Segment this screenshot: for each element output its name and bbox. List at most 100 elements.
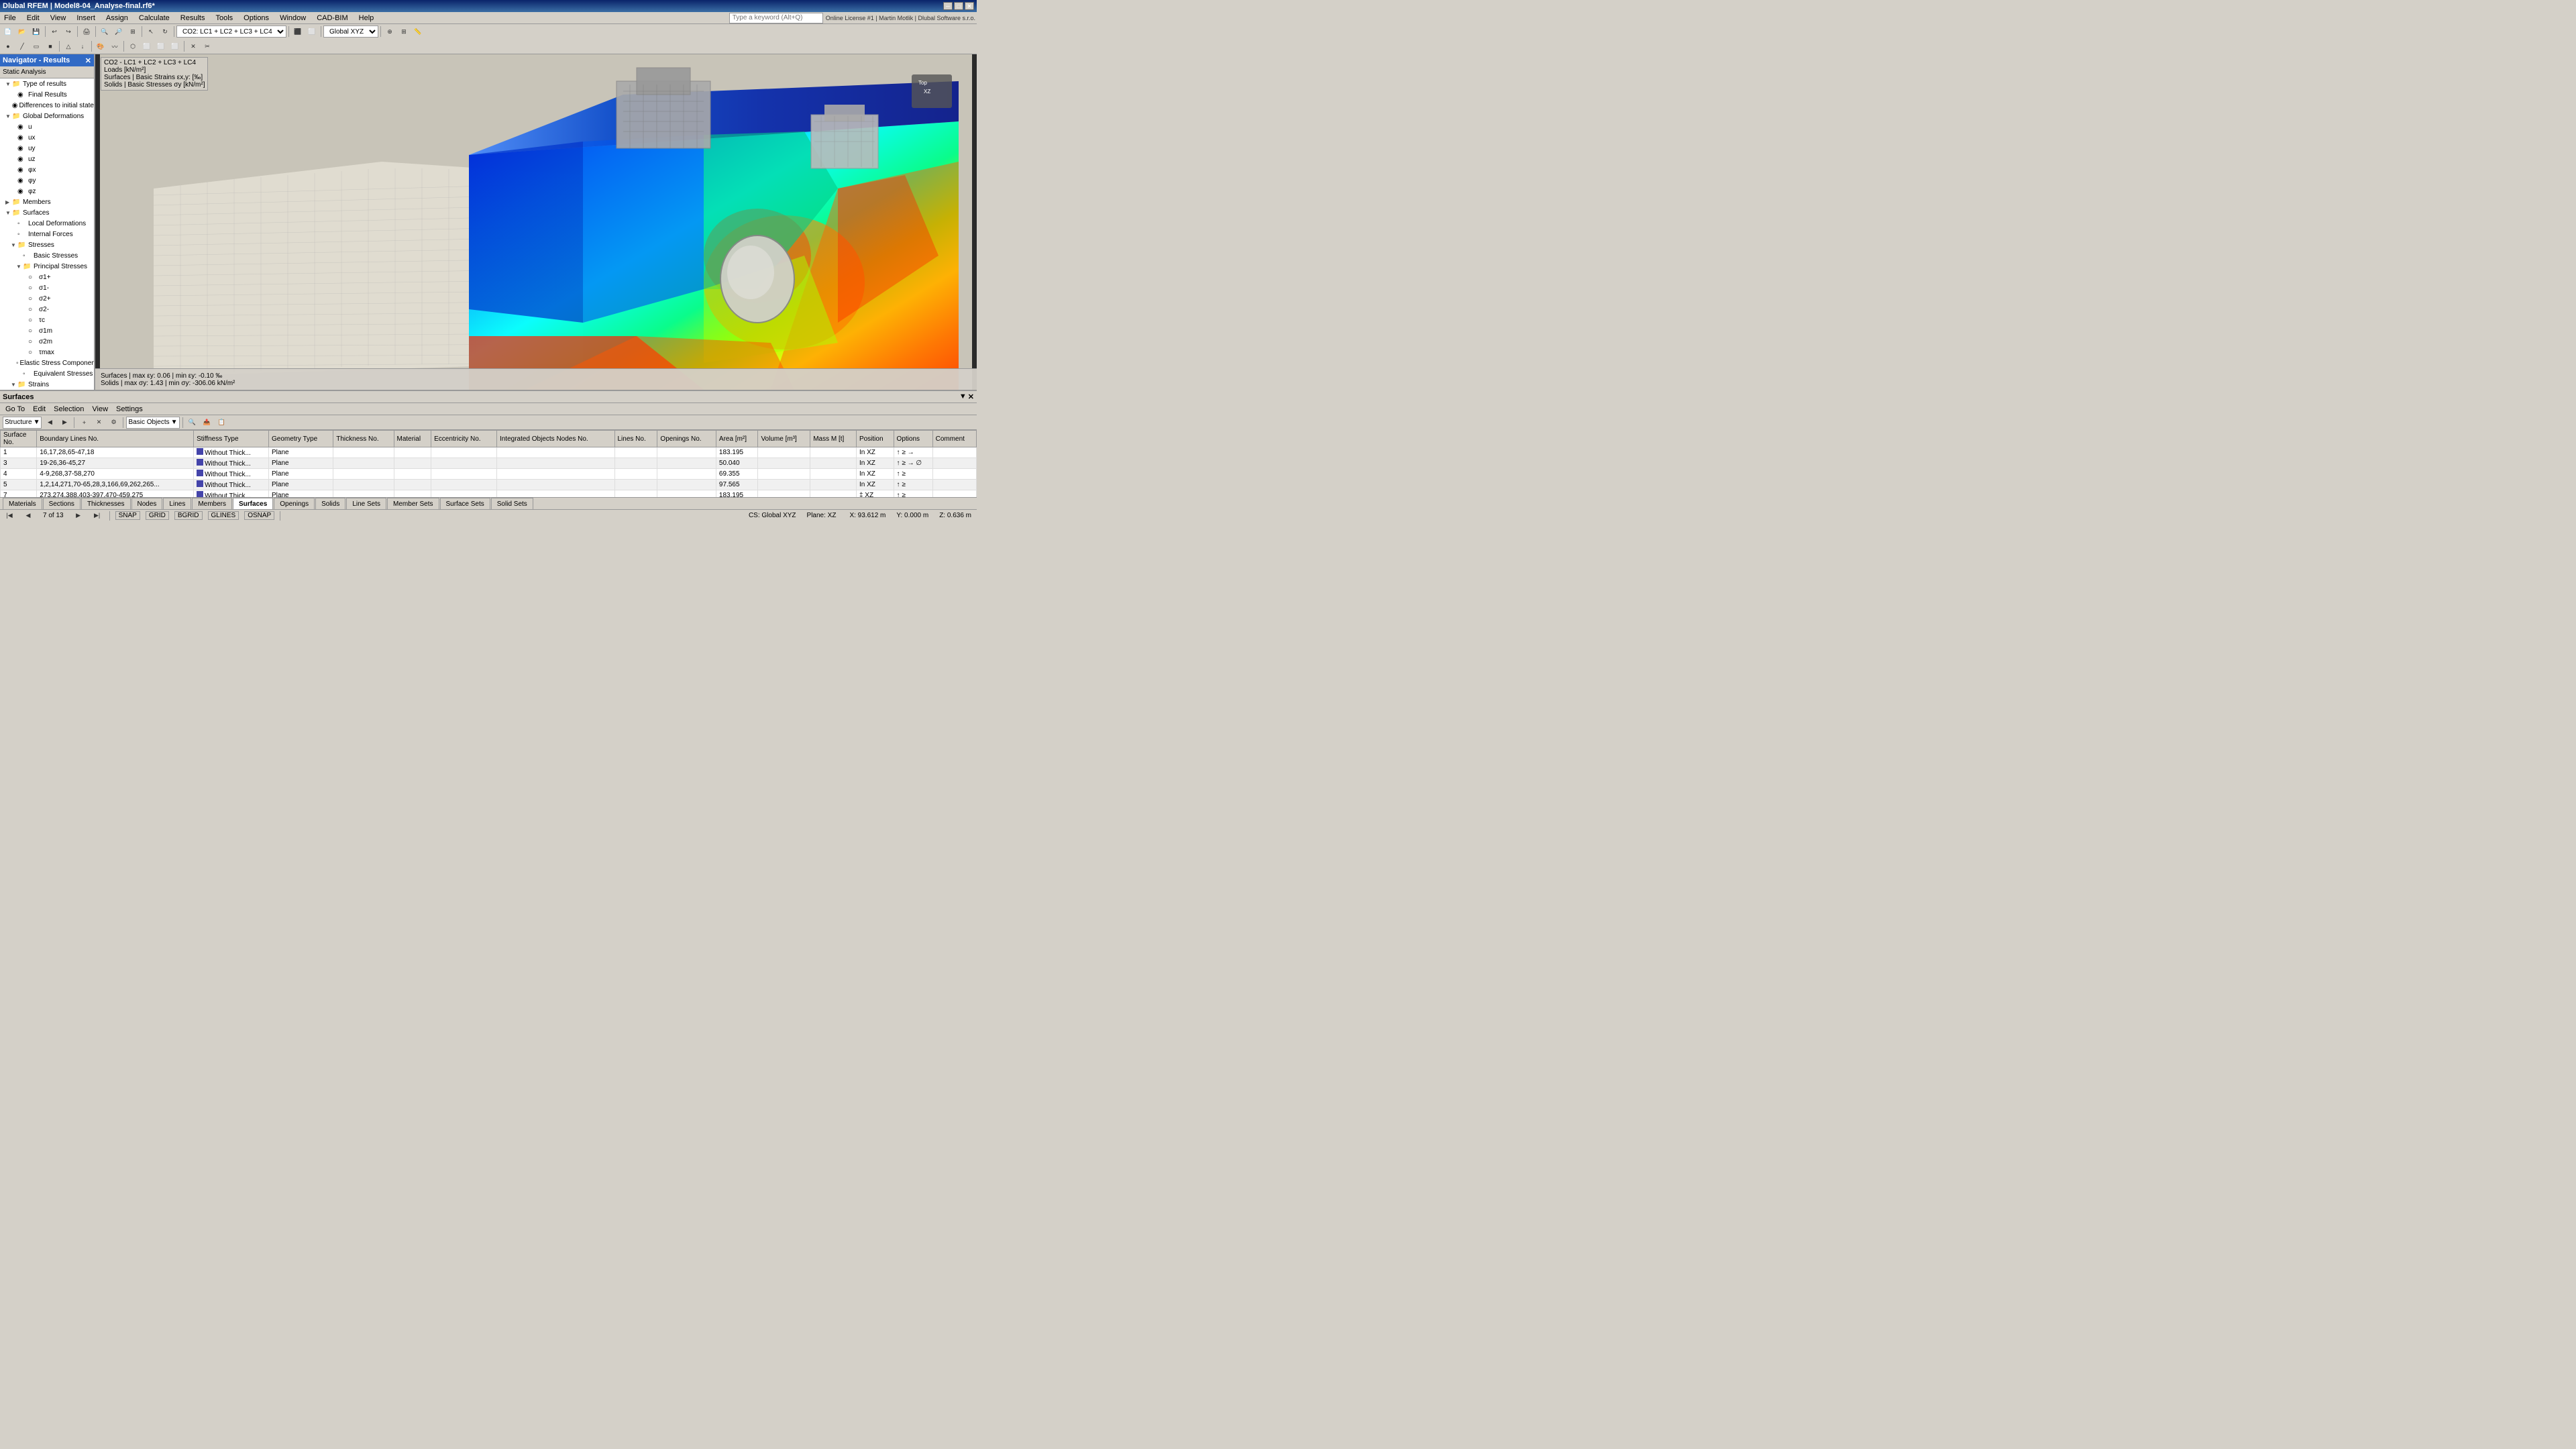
menu-window[interactable]: Window xyxy=(277,14,309,22)
col-stiffness-type[interactable]: Stiffness Type xyxy=(194,431,269,447)
surface-button[interactable]: ▭ xyxy=(30,40,43,52)
deformation-button[interactable]: 〰 xyxy=(108,40,121,52)
tree-u[interactable]: ◉ u xyxy=(0,121,94,132)
col-position[interactable]: Position xyxy=(856,431,894,447)
tab-nodes[interactable]: Nodes xyxy=(131,498,163,509)
viewport[interactable]: CO2 - LC1 + LC2 + LC3 + LC4 Loads [kN/m²… xyxy=(95,54,977,390)
open-button[interactable]: 📂 xyxy=(15,25,29,38)
tree-final-results[interactable]: ◉ Final Results xyxy=(0,89,94,100)
tab-surface-sets[interactable]: Surface Sets xyxy=(440,498,490,509)
col-material[interactable]: Material xyxy=(394,431,431,447)
nav-last-button[interactable]: ▶| xyxy=(91,510,104,522)
osnap-button[interactable]: OSNAP xyxy=(244,511,274,520)
tab-thicknesses[interactable]: Thicknesses xyxy=(81,498,131,509)
col-nodes[interactable]: Integrated Objects Nodes No. xyxy=(496,431,614,447)
clipping-button[interactable]: ✂ xyxy=(201,40,214,52)
tree-tmax[interactable]: ○ τmax xyxy=(0,347,94,358)
menu-tools[interactable]: Tools xyxy=(213,14,235,22)
front-view-button[interactable]: ⬜ xyxy=(140,40,154,52)
tab-surfaces[interactable]: Surfaces xyxy=(233,498,273,509)
tree-equivalent-stresses[interactable]: ◦ Equivalent Stresses xyxy=(0,368,94,379)
solid-button[interactable]: ■ xyxy=(44,40,57,52)
col-thickness[interactable]: Thickness No. xyxy=(333,431,394,447)
undo-button[interactable]: ↩ xyxy=(48,25,61,38)
new-button[interactable]: 📄 xyxy=(1,25,15,38)
tree-internal-forces[interactable]: ◦ Internal Forces xyxy=(0,229,94,239)
perspective-button[interactable]: ⬡ xyxy=(126,40,140,52)
menu-options[interactable]: Options xyxy=(241,14,272,22)
menu-assign[interactable]: Assign xyxy=(103,14,131,22)
tab-lines[interactable]: Lines xyxy=(163,498,191,509)
tree-s2m[interactable]: ○ σ2- xyxy=(0,304,94,315)
tb-prev-button[interactable]: ◀ xyxy=(43,417,56,429)
tree-global-deformations[interactable]: ▼ 📁 Global Deformations xyxy=(0,111,94,121)
result-display-button[interactable]: 🎨 xyxy=(94,40,107,52)
menu-calculate[interactable]: Calculate xyxy=(136,14,172,22)
snap-button[interactable]: SNAP xyxy=(115,511,140,520)
tree-s2p[interactable]: ○ σ2+ xyxy=(0,293,94,304)
tb-next-button[interactable]: ▶ xyxy=(58,417,71,429)
results-edit[interactable]: Edit xyxy=(30,405,48,413)
tab-member-sets[interactable]: Member Sets xyxy=(387,498,439,509)
tab-members[interactable]: Members xyxy=(192,498,232,509)
tree-px[interactable]: ◉ φx xyxy=(0,164,94,175)
rotate-button[interactable]: ↻ xyxy=(158,25,172,38)
results-goto[interactable]: Go To xyxy=(3,405,28,413)
zoom-all-button[interactable]: ⊞ xyxy=(126,25,140,38)
table-row[interactable]: 44-9,268,37-58,270Without Thick...Plane6… xyxy=(1,469,977,480)
side-view-button[interactable]: ⬜ xyxy=(168,40,182,52)
basic-objects-dropdown[interactable]: Basic Objects ▼ xyxy=(126,417,179,429)
print-button[interactable]: 🖨 xyxy=(80,25,93,38)
results-selection[interactable]: Selection xyxy=(51,405,87,413)
nav-next-button[interactable]: ▶ xyxy=(72,510,85,522)
maximize-button[interactable]: □ xyxy=(954,2,963,10)
measure-button[interactable]: 📏 xyxy=(411,25,425,38)
redo-button[interactable]: ↪ xyxy=(62,25,75,38)
tree-differences[interactable]: ◉ Differences to initial state xyxy=(0,100,94,111)
line-button[interactable]: ╱ xyxy=(15,40,29,52)
tab-openings[interactable]: Openings xyxy=(274,498,315,509)
snap-button[interactable]: ⊕ xyxy=(383,25,396,38)
tree-surfaces[interactable]: ▼ 📁 Surfaces xyxy=(0,207,94,218)
tree-local-deformations[interactable]: ◦ Local Deformations xyxy=(0,218,94,229)
tree-s1m2[interactable]: ○ σ1m xyxy=(0,325,94,336)
tree-uy[interactable]: ◉ uy xyxy=(0,143,94,154)
tab-solids[interactable]: Solids xyxy=(315,498,345,509)
col-lines[interactable]: Lines No. xyxy=(614,431,657,447)
structure-dropdown[interactable]: Structure ▼ xyxy=(3,417,42,429)
zoom-in-button[interactable]: 🔍 xyxy=(98,25,111,38)
menu-cad-bim[interactable]: CAD-BIM xyxy=(314,14,350,22)
glines-button[interactable]: GLINES xyxy=(208,511,239,520)
zoom-out-button[interactable]: 🔎 xyxy=(112,25,125,38)
tb-copy-button[interactable]: 📋 xyxy=(215,417,229,429)
table-row[interactable]: 319-26,36-45,27Without Thick...Plane50.0… xyxy=(1,458,977,469)
tb-delete-button[interactable]: ✕ xyxy=(92,417,105,429)
results-settings[interactable]: Settings xyxy=(113,405,146,413)
save-button[interactable]: 💾 xyxy=(30,25,43,38)
tab-line-sets[interactable]: Line Sets xyxy=(346,498,386,509)
menu-edit[interactable]: Edit xyxy=(24,14,42,22)
tree-basic-stresses[interactable]: ◦ Basic Stresses xyxy=(0,250,94,261)
lc-selector[interactable]: CO2: LC1 + LC2 + LC3 + LC4 xyxy=(176,25,286,38)
nav-first-button[interactable]: |◀ xyxy=(3,510,16,522)
tb-add-button[interactable]: + xyxy=(77,417,91,429)
top-view-button[interactable]: ⬜ xyxy=(154,40,168,52)
close-button[interactable]: ✕ xyxy=(965,2,974,10)
x-ray-button[interactable]: ✕ xyxy=(186,40,200,52)
node-button[interactable]: ● xyxy=(1,40,15,52)
results-close-icon[interactable]: ✕ xyxy=(968,392,974,401)
render-button[interactable]: ⬛ xyxy=(291,25,305,38)
tree-s1m[interactable]: ○ σ1- xyxy=(0,282,94,293)
col-surface-no[interactable]: SurfaceNo. xyxy=(1,431,37,447)
col-comment[interactable]: Comment xyxy=(932,431,976,447)
menu-file[interactable]: File xyxy=(1,14,19,22)
bgrid-button[interactable]: BGRID xyxy=(174,511,203,520)
tree-stresses[interactable]: ▼ 📁 Stresses xyxy=(0,239,94,250)
load-button[interactable]: ↓ xyxy=(76,40,89,52)
tree-s2m2[interactable]: ○ σ2m xyxy=(0,336,94,347)
tb-filter-button[interactable]: 🔍 xyxy=(186,417,199,429)
tree-elastic-stress[interactable]: ◦ Elastic Stress Components xyxy=(0,358,94,368)
menu-help[interactable]: Help xyxy=(356,14,377,22)
table-row[interactable]: 7273,274,388,403-397,470-459,275Without … xyxy=(1,490,977,498)
grid-button[interactable]: ⊞ xyxy=(397,25,411,38)
